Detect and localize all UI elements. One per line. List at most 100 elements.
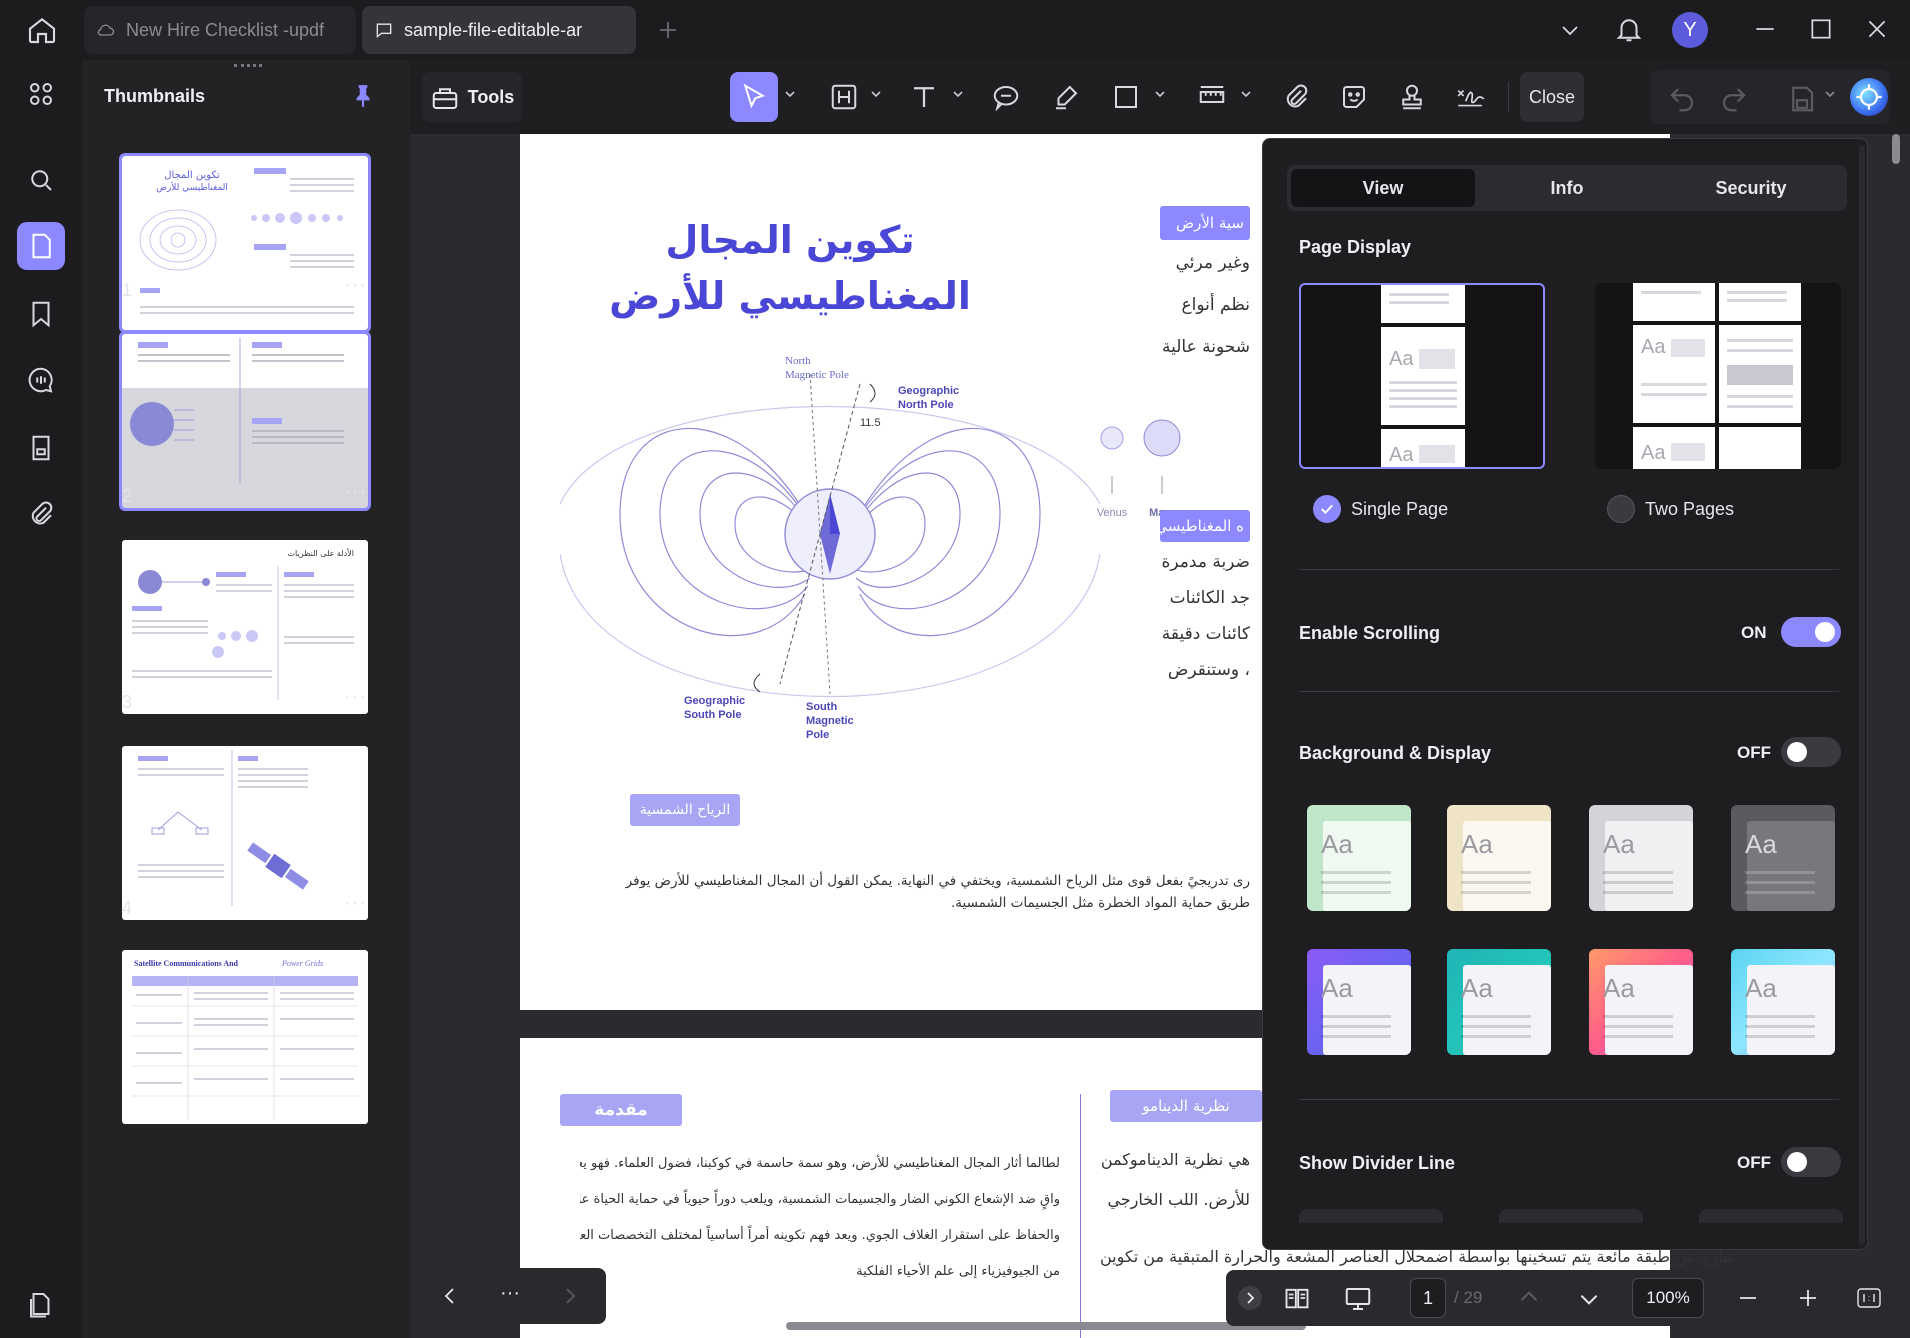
chevron-down-icon[interactable] bbox=[1824, 88, 1836, 100]
thumbnail-more-button[interactable]: ··· bbox=[344, 892, 367, 915]
background-swatch-purple-gradient[interactable]: Aa bbox=[1307, 949, 1411, 1055]
thumbnail-page-3[interactable]: الأدلة على النظريات bbox=[122, 540, 368, 714]
single-page-option[interactable]: Aa Aa bbox=[1299, 283, 1545, 469]
divider-option[interactable] bbox=[1699, 1209, 1843, 1223]
comment-tool-button[interactable] bbox=[984, 72, 1028, 122]
chevron-down-icon[interactable] bbox=[870, 88, 882, 100]
chevron-down-icon[interactable] bbox=[784, 88, 796, 100]
tab-security[interactable]: Security bbox=[1659, 169, 1843, 207]
pages-icon[interactable] bbox=[17, 222, 65, 270]
attachment-icon[interactable] bbox=[17, 490, 65, 538]
planets-diagram: Venus Mars bbox=[1097, 419, 1181, 519]
chevron-down-icon[interactable] bbox=[1576, 1286, 1602, 1312]
tab-info[interactable]: Info bbox=[1475, 169, 1659, 207]
actual-size-icon[interactable] bbox=[1856, 1286, 1882, 1310]
background-swatch-teal-gradient[interactable]: Aa bbox=[1447, 949, 1551, 1055]
redo-button[interactable] bbox=[1712, 72, 1752, 122]
single-page-radio[interactable] bbox=[1313, 495, 1341, 523]
thumbnail-page-2[interactable] bbox=[119, 331, 371, 511]
more-button[interactable]: ··· bbox=[500, 1282, 520, 1305]
avatar[interactable]: Y bbox=[1672, 12, 1708, 48]
ai-assistant-icon[interactable] bbox=[1850, 78, 1888, 116]
chevron-up-icon[interactable] bbox=[1516, 1284, 1542, 1310]
comment-icon bbox=[991, 82, 1021, 112]
thumbnail-page-5[interactable]: Satellite Communications And Power Grids bbox=[122, 950, 368, 1124]
chevron-down-icon[interactable] bbox=[1154, 88, 1166, 100]
text-tool-button[interactable] bbox=[902, 72, 946, 122]
signature-tool-button[interactable] bbox=[1448, 72, 1496, 122]
undo-button[interactable] bbox=[1660, 72, 1700, 122]
tab-new-hire-checklist[interactable]: New Hire Checklist -updf bbox=[84, 6, 356, 54]
bell-icon[interactable] bbox=[1614, 14, 1644, 44]
tools-button[interactable]: Tools bbox=[422, 72, 522, 122]
tab-sample-file[interactable]: sample-file-editable-ar bbox=[362, 6, 636, 54]
title-bar: New Hire Checklist -updf sample-file-edi… bbox=[0, 0, 1910, 60]
chevron-down-icon[interactable] bbox=[1558, 18, 1582, 42]
background-display-toggle[interactable] bbox=[1781, 737, 1841, 767]
south-magnetic-label-2: Magnetic bbox=[806, 715, 854, 727]
text-line: كائنات دقيقة bbox=[1161, 624, 1250, 644]
minimize-icon[interactable] bbox=[1752, 16, 1778, 42]
sticker-tool-button[interactable] bbox=[1332, 72, 1376, 122]
zoom-in-icon[interactable] bbox=[1796, 1286, 1820, 1310]
previous-arrow-icon[interactable] bbox=[438, 1284, 462, 1308]
background-swatch-light-gray[interactable]: Aa bbox=[1589, 805, 1693, 911]
single-page-label[interactable]: Single Page bbox=[1351, 499, 1448, 520]
search-icon[interactable] bbox=[17, 156, 65, 204]
home-icon[interactable] bbox=[26, 14, 58, 46]
chevron-down-icon[interactable] bbox=[952, 88, 964, 100]
select-tool-button[interactable] bbox=[730, 72, 778, 122]
new-tab-plus-icon[interactable] bbox=[656, 18, 680, 42]
rectangle-icon bbox=[1111, 82, 1141, 112]
background-swatch-sunset-gradient[interactable]: Aa bbox=[1589, 949, 1693, 1055]
page-number-input[interactable]: 1 bbox=[1410, 1278, 1446, 1318]
panel-scrollbar[interactable] bbox=[1859, 145, 1865, 1245]
thumbnail-more-button[interactable]: ··· bbox=[344, 274, 367, 297]
tab-view[interactable]: View bbox=[1291, 169, 1475, 207]
apps-grid-icon[interactable] bbox=[17, 70, 65, 118]
two-pages-label[interactable]: Two Pages bbox=[1645, 499, 1734, 520]
zoom-out-icon[interactable] bbox=[1736, 1286, 1760, 1310]
two-pages-option[interactable]: Aa Aa bbox=[1595, 283, 1841, 469]
maximize-icon[interactable] bbox=[1808, 16, 1834, 42]
comments-icon[interactable] bbox=[17, 356, 65, 404]
presentation-icon[interactable] bbox=[1342, 1284, 1374, 1314]
collapse-button[interactable] bbox=[1238, 1286, 1262, 1310]
reading-mode-icon[interactable] bbox=[1282, 1284, 1312, 1312]
divider-option[interactable] bbox=[1299, 1209, 1443, 1223]
save-button[interactable] bbox=[1780, 72, 1820, 122]
attach-tool-button[interactable] bbox=[1274, 72, 1318, 122]
form-fields-icon[interactable] bbox=[17, 424, 65, 472]
next-arrow-icon[interactable] bbox=[558, 1284, 582, 1308]
pin-icon[interactable] bbox=[350, 82, 376, 110]
thumbnail-more-button[interactable]: ··· bbox=[344, 686, 367, 709]
thumbnail-5-title-b: Power Grids bbox=[281, 959, 323, 968]
heading-tool-button[interactable] bbox=[822, 72, 866, 122]
thumbnail-more-button[interactable]: ··· bbox=[344, 480, 367, 503]
measure-tool-button[interactable] bbox=[1190, 72, 1234, 122]
enable-scrolling-label: Enable Scrolling bbox=[1299, 623, 1441, 643]
shape-tool-button[interactable] bbox=[1104, 72, 1148, 122]
divider-option[interactable] bbox=[1499, 1209, 1643, 1223]
close-window-icon[interactable] bbox=[1864, 16, 1890, 42]
chevron-down-icon[interactable] bbox=[1240, 88, 1252, 100]
bookmark-icon[interactable] bbox=[17, 290, 65, 338]
background-swatch-cream[interactable]: Aa bbox=[1447, 805, 1551, 911]
highlight-tool-button[interactable] bbox=[1044, 72, 1088, 122]
stamp-tool-button[interactable] bbox=[1390, 72, 1434, 122]
show-divider-toggle[interactable] bbox=[1781, 1147, 1841, 1177]
thumbnail-page-1[interactable]: تكوين المجال المغناطيسي للأرض bbox=[119, 153, 371, 333]
zoom-input[interactable]: 100% bbox=[1632, 1278, 1704, 1318]
thumbnail-page-4[interactable] bbox=[122, 746, 368, 920]
paragraph: رى تدريجيً بفعل قوى مثل الرياح الشمسية، … bbox=[620, 870, 1250, 914]
drag-handle[interactable] bbox=[234, 64, 262, 68]
section-badge: الرياح الشمسية bbox=[630, 794, 740, 826]
background-swatch-dark-gray[interactable]: Aa bbox=[1731, 805, 1835, 911]
two-pages-radio[interactable] bbox=[1607, 495, 1635, 523]
enable-scrolling-toggle[interactable] bbox=[1781, 617, 1841, 647]
layers-icon[interactable] bbox=[17, 1280, 65, 1328]
background-swatch-sky-gradient[interactable]: Aa bbox=[1731, 949, 1835, 1055]
close-button[interactable]: Close bbox=[1520, 72, 1584, 122]
vertical-scrollbar[interactable] bbox=[1892, 134, 1900, 164]
background-swatch-mint[interactable]: Aa bbox=[1307, 805, 1411, 911]
